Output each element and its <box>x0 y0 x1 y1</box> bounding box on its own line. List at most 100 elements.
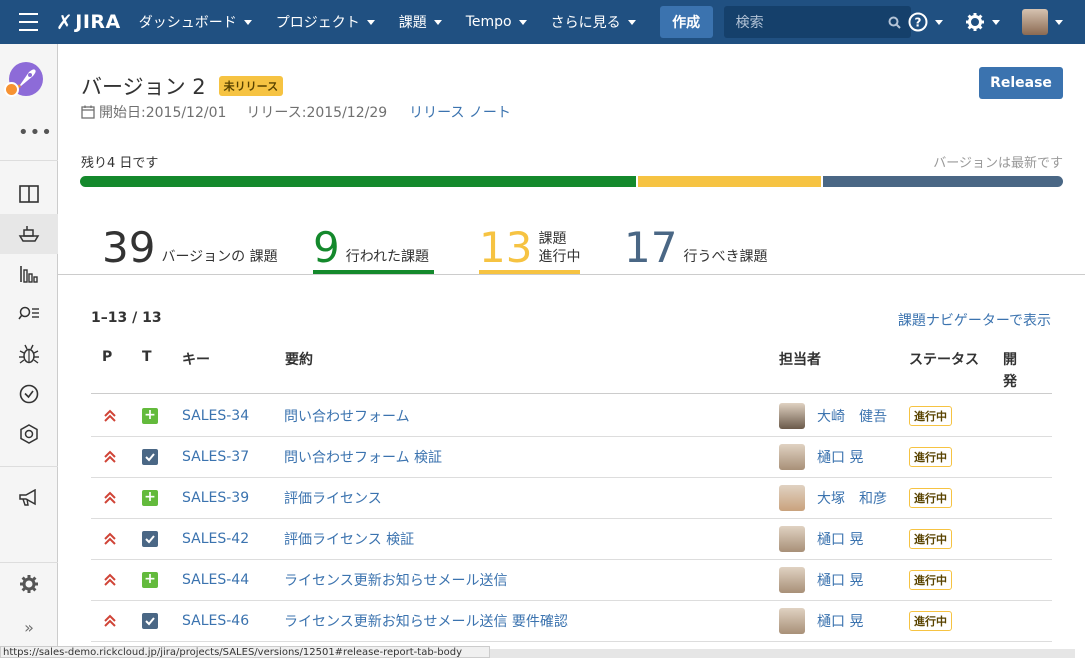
issue-summary-link[interactable]: 評価ライセンス <box>284 478 382 518</box>
nav-dashboard[interactable]: ダッシュボード <box>139 12 252 32</box>
type-cell: + <box>142 396 158 436</box>
stat-todo-label: 行うべき課題 <box>683 249 768 265</box>
stat-todo-issues[interactable]: 17 行うべき課題 <box>624 212 767 272</box>
progress-todo-segment[interactable] <box>820 176 1063 187</box>
type-cell <box>142 437 158 477</box>
gear-icon <box>20 575 38 593</box>
status-badge: 進行中 <box>909 529 952 549</box>
more-icon[interactable]: ••• <box>18 122 53 143</box>
priority-highest-icon <box>104 409 116 422</box>
stat-in-progress-count: 13 <box>479 223 533 272</box>
type-cell: + <box>142 560 158 600</box>
nav-issues[interactable]: 課題 <box>399 12 442 32</box>
table-row[interactable]: + SALES-44 ライセンス更新お知らせメール送信 樋口 晃 進行中 <box>91 560 1052 601</box>
issue-key-link[interactable]: SALES-39 <box>182 478 249 518</box>
start-date: 開始日:2015/12/01 <box>99 105 227 121</box>
issue-summary-link[interactable]: ライセンス更新お知らせメール送信 <box>284 560 507 600</box>
version-latest-note: バージョンは最新です <box>933 156 1063 171</box>
release-button[interactable]: Release <box>979 67 1063 99</box>
issue-table-body: + SALES-34 問い合わせフォーム 大崎 健吾進行中 SALES-37 問い合わせフ… <box>91 396 1052 642</box>
table-row[interactable]: SALES-42 評価ライセンス 検証 樋口 晃 進行中 <box>91 519 1052 560</box>
release-date: リリース:2015/12/29 <box>246 105 388 121</box>
table-row[interactable]: SALES-37 問い合わせフォーム 検証 樋口 晃 進行中 <box>91 437 1052 478</box>
horizontal-scrollbar[interactable] <box>490 649 1075 658</box>
nav-projects[interactable]: プロジェクト <box>276 12 375 32</box>
issue-summary-link[interactable]: 問い合わせフォーム <box>284 396 410 436</box>
avatar <box>1022 9 1048 35</box>
app-switcher-menu-icon[interactable] <box>0 0 56 44</box>
settings-menu[interactable] <box>965 12 1000 32</box>
priority-cell <box>103 437 117 477</box>
stat-in-progress-issues[interactable]: 13 課題 進行中 <box>479 212 580 274</box>
status-cell: 進行中 <box>909 437 952 477</box>
stat-done-label: 行われた課題 <box>345 249 430 265</box>
sidebar-item-reports[interactable] <box>0 254 58 294</box>
col-summary[interactable]: 要約 <box>285 349 313 369</box>
sidebar-item-project-settings[interactable] <box>0 564 58 604</box>
issue-key-link[interactable]: SALES-44 <box>182 560 249 600</box>
top-nav: ✗ JIRA ダッシュボード プロジェクト 課題 Tempo さらに見る 作成 … <box>0 0 1085 44</box>
issue-key-link[interactable]: SALES-34 <box>182 396 249 436</box>
assignee-link[interactable]: 樋口 晃 <box>817 611 863 631</box>
sidebar-item-tempo[interactable] <box>0 374 58 414</box>
avatar <box>779 608 805 634</box>
stat-done-issues[interactable]: 9 行われた課題 <box>313 212 434 274</box>
assignee-link[interactable]: 大崎 健吾 <box>817 406 887 426</box>
expand-sidebar-icon[interactable]: » <box>0 607 58 647</box>
issue-key-link[interactable]: SALES-46 <box>182 601 249 641</box>
sidebar-item-feedback[interactable] <box>0 478 58 518</box>
status-cell: 進行中 <box>909 519 952 559</box>
issue-summary-link[interactable]: 問い合わせフォーム 検証 <box>284 437 442 477</box>
nav-more[interactable]: さらに見る <box>551 12 636 32</box>
avatar <box>779 444 805 470</box>
col-development[interactable]: 開 発 <box>1003 349 1017 393</box>
issue-key-link[interactable]: SALES-42 <box>182 519 249 559</box>
table-row[interactable]: + SALES-34 問い合わせフォーム 大崎 健吾 進行中 <box>91 396 1052 437</box>
chevron-down-icon <box>366 19 375 25</box>
user-menu[interactable] <box>1022 9 1063 35</box>
assignee-link[interactable]: 樋口 晃 <box>817 529 863 549</box>
table-row[interactable]: SALES-46 ライセンス更新お知らせメール送信 要件確認 樋口 晃 進行中 <box>91 601 1052 642</box>
stat-all-issues[interactable]: 39 バージョンの 課題 <box>102 212 278 272</box>
progress-done-segment[interactable] <box>80 176 636 187</box>
assignee-link[interactable]: 大塚 和彦 <box>817 488 887 508</box>
col-type[interactable]: T <box>142 349 152 365</box>
col-priority[interactable]: P <box>102 349 112 365</box>
issue-key-link[interactable]: SALES-37 <box>182 437 249 477</box>
table-row[interactable]: + SALES-39 評価ライセンス 大塚 和彦 進行中 <box>91 478 1052 519</box>
issue-summary-link[interactable]: 評価ライセンス 検証 <box>284 519 414 559</box>
col-assignee[interactable]: 担当者 <box>779 349 821 369</box>
assignee-cell: 樋口 晃 <box>779 560 863 600</box>
calendar-icon <box>81 105 95 119</box>
jira-logo-text: JIRA <box>75 11 121 33</box>
col-status[interactable]: ステータス <box>909 349 979 369</box>
help-menu[interactable]: ? <box>908 12 943 32</box>
create-button[interactable]: 作成 <box>659 6 713 38</box>
sidebar-item-bugs[interactable] <box>0 334 58 374</box>
issue-stats: 39 バージョンの 課題 9 行われた課題 13 課題 進行中 17 行うべき課… <box>58 212 1085 275</box>
svg-text:?: ? <box>915 16 922 30</box>
days-remaining: 残り4 日です <box>81 156 159 171</box>
sidebar-item-issues[interactable] <box>0 294 58 334</box>
chevron-down-icon <box>518 19 527 25</box>
release-notes-link[interactable]: リリース ノート <box>409 102 511 122</box>
stat-in-progress-label: 課題 進行中 <box>538 230 580 266</box>
status-badge: 未リリース <box>218 76 284 96</box>
sidebar-item-releases[interactable] <box>0 214 58 254</box>
search-placeholder: 検索 <box>735 15 764 31</box>
nav-more-label: さらに見る <box>550 15 621 31</box>
issue-navigator-link[interactable]: 課題ナビゲーターで表示 <box>898 310 1051 330</box>
jira-logo[interactable]: ✗ JIRA <box>56 10 121 34</box>
sidebar-item-board[interactable] <box>0 174 58 214</box>
sidebar-divider <box>0 160 58 161</box>
gear-icon <box>966 13 984 31</box>
assignee-link[interactable]: 樋口 晃 <box>817 447 863 467</box>
assignee-link[interactable]: 樋口 晃 <box>817 570 863 590</box>
assignee-cell: 樋口 晃 <box>779 601 863 641</box>
progress-in-progress-segment[interactable] <box>635 176 821 187</box>
issue-summary-link[interactable]: ライセンス更新お知らせメール送信 要件確認 <box>284 601 568 641</box>
search-input[interactable]: 検索 <box>723 6 911 38</box>
sidebar-item-components[interactable] <box>0 414 58 454</box>
nav-tempo[interactable]: Tempo <box>466 14 527 30</box>
col-key[interactable]: キー <box>182 349 210 369</box>
